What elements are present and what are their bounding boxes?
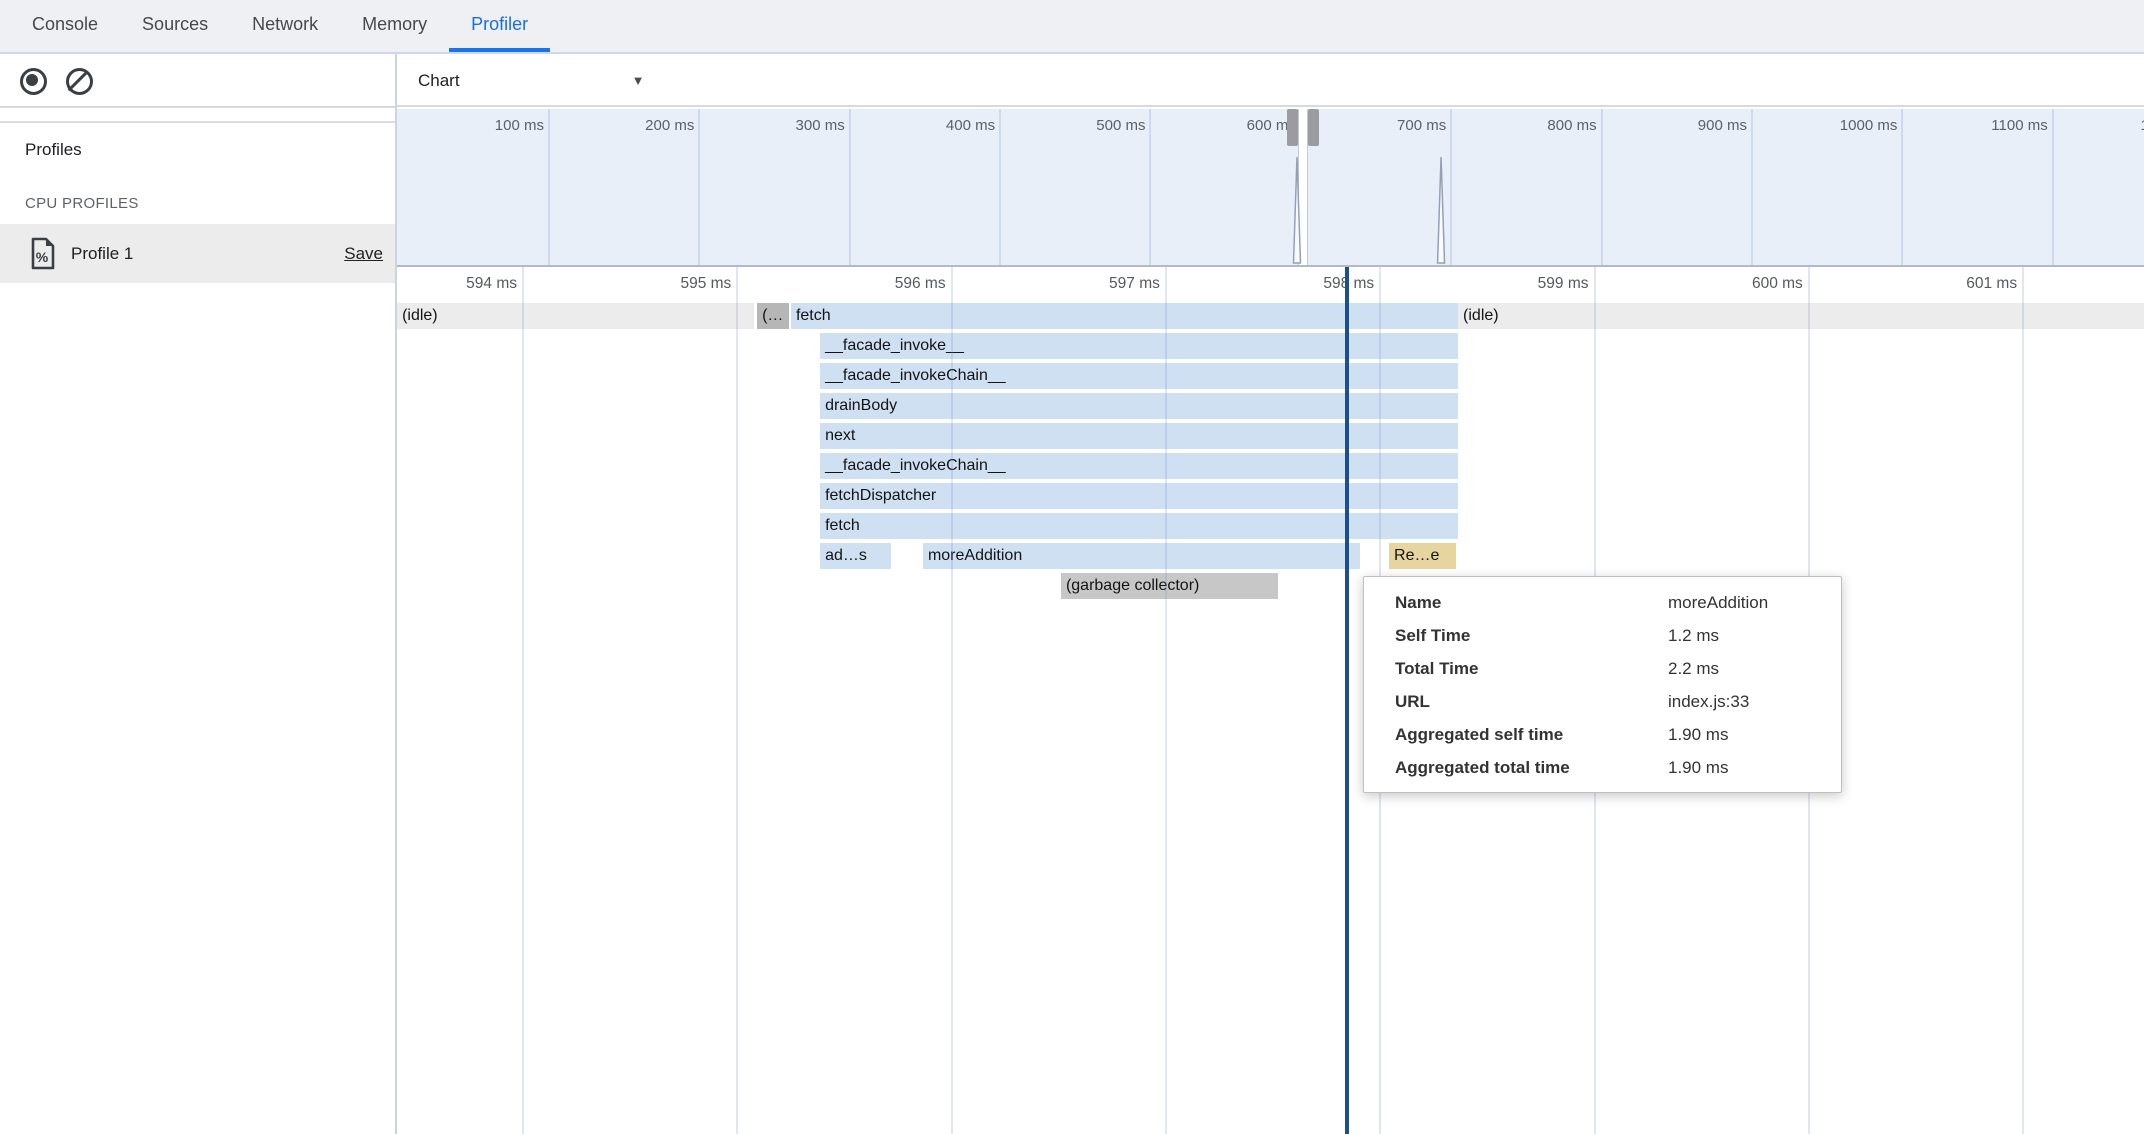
sidebar-toolbar <box>0 54 395 108</box>
flame-bar--idle-[interactable]: (idle) <box>1458 303 2144 329</box>
view-mode-value: Chart <box>418 71 460 91</box>
tooltip-row: Aggregated self time 1.90 ms <box>1364 718 1841 751</box>
flame-bar-fetch[interactable]: fetch <box>791 303 1458 329</box>
record-icon-dot <box>26 74 38 86</box>
save-link[interactable]: Save <box>344 224 383 283</box>
tooltip-value: 1.90 ms <box>1668 718 1728 751</box>
flame-bar-ad-s[interactable]: ad…s <box>820 543 891 569</box>
tooltip-value: 1.2 ms <box>1668 619 1719 652</box>
flame-bar-next[interactable]: next <box>820 423 1458 449</box>
flame-bar-fetch[interactable]: fetch <box>820 513 1458 539</box>
chart-toolbar: Chart ▼ <box>397 54 2144 107</box>
tooltip-row: Name moreAddition <box>1364 586 1841 619</box>
tooltip-value: 2.2 ms <box>1668 652 1719 685</box>
profile-list-item[interactable]: % Profile 1 Save <box>0 224 395 283</box>
ruler-tick-label: 597 ms <box>960 275 1160 293</box>
selection-window[interactable] <box>1298 109 1308 265</box>
ruler-tick-label: 596 ms <box>746 275 946 293</box>
tooltip-label: URL <box>1395 685 1430 718</box>
flame-bar-drainbody[interactable]: drainBody <box>820 393 1458 419</box>
selection-handle-right[interactable] <box>1308 109 1319 146</box>
detail-gridline <box>2022 267 2024 1134</box>
flame-bar--[interactable]: (… <box>757 303 789 329</box>
frame-tooltip: NamemoreAdditionSelf Time1.2 msTotal Tim… <box>1363 576 1842 793</box>
detail-gridline <box>522 267 524 1134</box>
tooltip-label: Name <box>1395 586 1441 619</box>
record-button[interactable] <box>18 66 48 96</box>
cpu-profiles-section-label: CPU PROFILES <box>25 195 139 212</box>
panel-tab-bar: ConsoleSourcesNetworkMemoryProfiler <box>0 0 2144 54</box>
flame-bar--idle-[interactable]: (idle) <box>397 303 754 329</box>
view-mode-select[interactable]: Chart ▼ <box>418 54 644 107</box>
tab-console[interactable]: Console <box>10 0 120 52</box>
selection-handle-left[interactable] <box>1287 109 1298 146</box>
tab-memory[interactable]: Memory <box>340 0 449 52</box>
chevron-down-icon: ▼ <box>632 73 645 88</box>
tooltip-label: Total Time <box>1395 652 1478 685</box>
cpu-spike <box>1438 157 1445 263</box>
tooltip-row: URL index.js:33 <box>1364 685 1841 718</box>
profile-document-icon: % <box>30 237 56 270</box>
tooltip-row: Aggregated total time 1.90 ms <box>1364 751 1841 784</box>
tab-sources[interactable]: Sources <box>120 0 230 52</box>
clear-button[interactable] <box>64 66 94 96</box>
flame-chart[interactable]: 594 ms 595 ms 596 ms 597 ms 598 ms 599 ms 600 … <box>397 267 2144 1134</box>
flame-bar-re-e[interactable]: Re…e <box>1389 543 1456 569</box>
ruler-tick-label: 594 ms <box>397 275 517 293</box>
tooltip-value: moreAddition <box>1668 586 1768 619</box>
flame-bar--facade-invokechain-[interactable]: __facade_invokeChain__ <box>820 453 1458 479</box>
overview-tick-label: 1200 ms <box>1998 117 2144 134</box>
flame-bar--facade-invoke-[interactable]: __facade_invoke__ <box>820 333 1458 359</box>
tooltip-value: index.js:33 <box>1668 685 1749 718</box>
ruler-tick-label: 599 ms <box>1389 275 1589 293</box>
detail-gridline <box>736 267 738 1134</box>
tooltip-label: Aggregated total time <box>1395 751 1570 784</box>
svg-text:%: % <box>36 249 49 265</box>
profiles-heading: Profiles <box>25 140 82 160</box>
profile-name: Profile 1 <box>71 224 133 283</box>
flame-bar-moreaddition[interactable]: moreAddition <box>923 543 1360 569</box>
tab-network[interactable]: Network <box>230 0 340 52</box>
profiles-sidebar: Profiles CPU PROFILES % Profile 1 Save <box>0 54 397 1134</box>
tooltip-row: Total Time 2.2 ms <box>1364 652 1841 685</box>
ruler-tick-label: 601 ms <box>1817 275 2017 293</box>
flame-bar--garbage-collector-[interactable]: (garbage collector) <box>1061 573 1278 599</box>
devtools-window: ConsoleSourcesNetworkMemoryProfiler Prof… <box>0 0 2144 1134</box>
tooltip-value: 1.90 ms <box>1668 751 1728 784</box>
tooltip-label: Self Time <box>1395 619 1470 652</box>
tooltip-label: Aggregated self time <box>1395 718 1563 751</box>
timeline-overview[interactable]: 100 ms200 ms300 ms400 ms500 ms600 ms700 … <box>397 109 2144 267</box>
ruler-tick-label: 598 ms <box>1174 275 1374 293</box>
ruler-tick-label: 600 ms <box>1603 275 1803 293</box>
tab-profiler[interactable]: Profiler <box>449 0 550 52</box>
sidebar-divider <box>0 121 395 123</box>
ruler-tick-label: 595 ms <box>531 275 731 293</box>
flame-bar-fetchdispatcher[interactable]: fetchDispatcher <box>820 483 1458 509</box>
tooltip-row: Self Time 1.2 ms <box>1364 619 1841 652</box>
flame-bar--facade-invokechain-[interactable]: __facade_invokeChain__ <box>820 363 1458 389</box>
